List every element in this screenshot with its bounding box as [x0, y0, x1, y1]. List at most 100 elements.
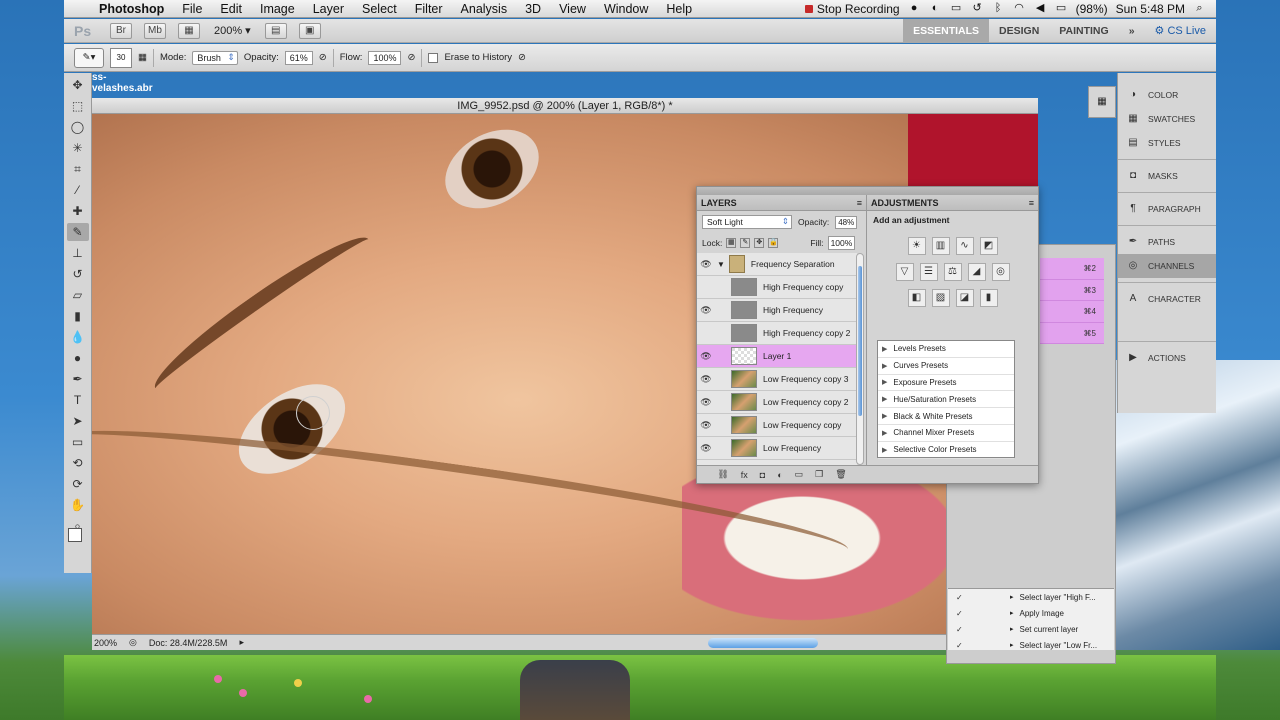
history-brush-tool-icon[interactable]: ↺ — [67, 265, 89, 283]
dock-paragraph[interactable]: ¶ PARAGRAPH — [1118, 197, 1216, 221]
arrange-documents-button[interactable]: ▤ — [264, 22, 287, 39]
layer-row[interactable]: 👁 Low Frequency — [697, 437, 857, 460]
more-workspaces-button[interactable]: » — [1119, 19, 1145, 42]
document-title[interactable]: IMG_9952.psd @ 200% (Layer 1, RGB/8*) * — [92, 98, 1038, 114]
expand-triangle-icon[interactable]: ▶ — [882, 395, 887, 403]
menu-app-name[interactable]: Photoshop — [90, 2, 173, 16]
preset-row[interactable]: ▶ Black & White Presets — [878, 408, 1014, 425]
check-icon[interactable]: ✓ — [956, 641, 966, 650]
status-info-icon[interactable]: ◎ — [129, 637, 137, 648]
spotlight-search-icon[interactable]: ⌕ — [1193, 2, 1206, 15]
zoom-level-dropdown[interactable]: 200% ▾ — [214, 24, 251, 38]
layer-row[interactable]: 👁 Low Frequency copy 2 — [697, 391, 857, 414]
menu-file[interactable]: File — [173, 2, 211, 16]
layer-row[interactable]: 👁 Layer 1 — [697, 345, 857, 368]
volume-icon[interactable]: ◀ — [1034, 2, 1047, 15]
dodge-tool-icon[interactable]: ● — [67, 349, 89, 367]
workspace-design[interactable]: DESIGN — [989, 19, 1049, 42]
blend-mode-dropdown[interactable]: Soft Light — [702, 215, 792, 229]
visibility-eye-icon[interactable]: 👁 — [697, 305, 715, 316]
posterize-icon[interactable]: ▨ — [931, 289, 950, 307]
dock-actions[interactable]: ▶ ACTIONS — [1118, 346, 1216, 370]
airplay-icon[interactable]: ▭ — [950, 2, 963, 15]
preset-row[interactable]: ▶ Hue/Saturation Presets — [878, 391, 1014, 409]
check-icon[interactable]: ✓ — [956, 625, 966, 634]
check-icon[interactable]: ✓ — [956, 609, 966, 618]
layer-opacity-field[interactable]: 48% — [835, 215, 858, 229]
menu-window[interactable]: Window — [595, 2, 657, 16]
lock-transparent-icon[interactable]: ▦ — [726, 238, 737, 248]
path-selection-tool-icon[interactable]: ➤ — [67, 412, 89, 430]
tab-layers[interactable]: LAYERS — [701, 198, 737, 208]
workspace-essentials[interactable]: ESSENTIALS — [903, 19, 990, 42]
expand-triangle-icon[interactable]: ▶ — [882, 345, 887, 353]
brush-preset-picker[interactable]: 30 — [110, 47, 132, 68]
visibility-eye-icon[interactable]: 👁 — [697, 420, 715, 431]
levels-icon[interactable]: ▥ — [931, 237, 950, 255]
expand-triangle-icon[interactable]: ▸ — [1010, 609, 1014, 617]
menu-select[interactable]: Select — [353, 2, 406, 16]
expand-triangle-icon[interactable]: ▶ — [882, 412, 887, 420]
shortcut-cmd-4[interactable]: ⌘4 — [1040, 301, 1104, 323]
visibility-eye-icon[interactable]: 👁 — [697, 259, 715, 270]
action-step[interactable]: ✓ ▸ Set current layer — [948, 621, 1114, 637]
3d-rotate-tool-icon[interactable]: ⟲ — [67, 454, 89, 472]
marquee-tool-icon[interactable]: ⬚ — [67, 97, 89, 115]
menu-image[interactable]: Image — [251, 2, 304, 16]
action-step[interactable]: ✓ ▸ Apply Image — [948, 605, 1114, 621]
shortcut-cmd-5[interactable]: ⌘5 — [1040, 322, 1104, 344]
blur-tool-icon[interactable]: 💧 — [67, 328, 89, 346]
visibility-eye-icon[interactable]: 👁 — [697, 443, 715, 454]
expand-triangle-icon[interactable]: ▶ — [882, 362, 887, 370]
opacity-field[interactable]: 61% — [284, 50, 313, 65]
new-group-icon[interactable]: ▭ — [795, 469, 804, 480]
preset-row[interactable]: ▶ Exposure Presets — [878, 375, 1014, 392]
hue-saturation-icon[interactable]: ☰ — [919, 263, 938, 281]
tool-preset-picker[interactable]: ✎▾ — [74, 47, 104, 68]
foreground-color-swatch[interactable] — [68, 528, 82, 542]
3d-orbit-tool-icon[interactable]: ⟳ — [67, 475, 89, 493]
color-balance-icon[interactable]: ⚖ — [943, 263, 962, 281]
launch-mini-bridge-button[interactable]: Mb — [144, 22, 166, 39]
menu-help[interactable]: Help — [657, 2, 701, 16]
dock-swatches[interactable]: ▦ SWATCHES — [1118, 107, 1216, 131]
dock-color[interactable]: ◑ COLOR — [1118, 83, 1216, 107]
stop-recording-button[interactable]: Stop Recording — [804, 2, 900, 16]
action-step[interactable]: ✓ ▸ Select layer "High F... — [948, 589, 1114, 605]
status-zoom[interactable]: 200% — [94, 638, 117, 648]
preset-row[interactable]: ▶ Channel Mixer Presets — [878, 425, 1014, 442]
opacity-pressure-icon[interactable]: ⊘ — [319, 52, 327, 63]
clone-stamp-tool-icon[interactable]: ⊥ — [67, 244, 89, 262]
launch-bridge-button[interactable]: Br — [110, 22, 132, 39]
layer-style-icon[interactable]: fx — [741, 470, 748, 480]
expand-triangle-icon[interactable]: ▶ — [882, 446, 887, 454]
wifi-icon[interactable]: ◠ — [1013, 2, 1026, 15]
eyedropper-tool-icon[interactable]: ⁄ — [67, 181, 89, 199]
dock-styles[interactable]: ▤ STYLES — [1118, 131, 1216, 155]
menu-filter[interactable]: Filter — [406, 2, 452, 16]
flow-field[interactable]: 100% — [368, 50, 402, 65]
mini-bridge-dock-icon[interactable]: ▦ — [1088, 86, 1116, 118]
check-icon[interactable]: ✓ — [956, 593, 966, 602]
gradient-tool-icon[interactable]: ▮ — [67, 307, 89, 325]
monitor-icon[interactable]: ◐ — [929, 2, 942, 15]
gradient-map-icon[interactable]: ▮ — [979, 289, 998, 307]
cs-live-button[interactable]: ⚙ CS Live — [1145, 24, 1216, 37]
invert-icon[interactable]: ◧ — [907, 289, 926, 307]
visibility-eye-icon[interactable]: 👁 — [697, 374, 715, 385]
quick-selection-tool-icon[interactable]: ✳ — [67, 139, 89, 157]
preset-row[interactable]: ▶ Levels Presets — [878, 341, 1014, 358]
type-tool-icon[interactable]: T — [67, 391, 89, 409]
layer-row[interactable]: 👁 Low Frequency copy 3 — [697, 368, 857, 391]
lock-all-icon[interactable]: 🔒 — [768, 238, 779, 248]
shape-tool-icon[interactable]: ▭ — [67, 433, 89, 451]
move-tool-icon[interactable]: ✥ — [67, 76, 89, 94]
eraser-tool-icon[interactable]: ▱ — [67, 286, 89, 304]
expand-triangle-icon[interactable]: ▸ — [1010, 593, 1014, 601]
new-adjustment-layer-icon[interactable]: ◐ — [777, 470, 782, 480]
group-expand-triangle-icon[interactable]: ▼ — [717, 260, 725, 269]
spot-healing-tool-icon[interactable]: ✚ — [67, 202, 89, 220]
visibility-eye-icon[interactable]: 👁 — [697, 397, 715, 408]
mode-dropdown[interactable]: Brush — [192, 50, 238, 65]
size-pressure-icon[interactable]: ⊘ — [518, 52, 526, 63]
